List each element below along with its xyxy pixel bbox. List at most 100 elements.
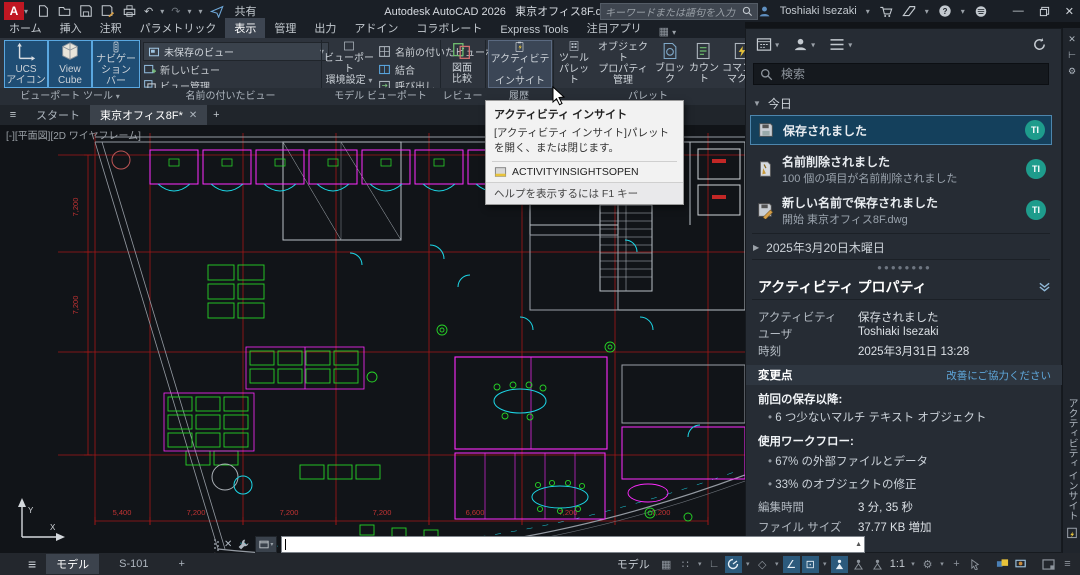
panel-label-viewport-tools[interactable]: ビューポート ツール ▾ xyxy=(0,88,140,105)
new-tab-button[interactable]: + xyxy=(207,105,225,125)
isolate-objects-button[interactable] xyxy=(994,556,1011,573)
blocks-palette-button[interactable]: ブロック xyxy=(654,40,686,86)
palette-search-input[interactable] xyxy=(779,66,1042,82)
tab-collaborate[interactable]: コラボレート xyxy=(407,18,491,38)
tab-annotate[interactable]: 注釈 xyxy=(91,18,131,38)
crosshair-toggle[interactable]: + xyxy=(948,556,965,573)
otrack-toggle[interactable]: ∠ xyxy=(783,556,800,573)
help-dropdown-icon[interactable]: ▾ xyxy=(961,7,965,16)
workspace-settings-gear[interactable]: ⚙ xyxy=(919,556,936,573)
gear-dropdown-icon[interactable]: ▾ xyxy=(938,560,946,568)
command-history-arrow-icon[interactable]: ▲ xyxy=(855,541,862,548)
activity-item-saved-as[interactable]: 新しい名前で保存されました開始 東京オフィス8F.dwg TI xyxy=(750,192,1052,228)
annotation-visibility-toggle[interactable] xyxy=(831,556,848,573)
redo-icon[interactable]: ↷ xyxy=(171,5,180,18)
osnap-toggle[interactable]: ⊡ xyxy=(802,556,819,573)
activity-insights-button[interactable]: アクティビティインサイト xyxy=(488,40,552,88)
close-tab-icon[interactable]: ✕ xyxy=(189,110,197,121)
navigation-bar-button[interactable]: ナビゲーションバー xyxy=(92,40,140,88)
qat-customize-icon[interactable]: ▾ xyxy=(198,7,202,16)
autodesk-logo-icon[interactable] xyxy=(902,5,916,18)
tab-view[interactable]: 表示 xyxy=(225,18,265,38)
activity-item-purged[interactable]: 名前削除されました100 個の項目が名前削除されました TI xyxy=(750,151,1052,187)
collapse-chevron-icon[interactable] xyxy=(1038,281,1051,293)
cart-icon[interactable] xyxy=(879,5,893,18)
isodraft-dropdown-icon[interactable]: ▾ xyxy=(773,560,781,568)
palette-settings-gear-icon[interactable]: ⚙ xyxy=(1063,66,1080,77)
layout-tab-s101[interactable]: S-101 xyxy=(109,556,158,572)
open-folder-icon[interactable] xyxy=(57,4,72,18)
feedback-icon[interactable] xyxy=(974,5,988,18)
tab-addins[interactable]: アドイン xyxy=(345,18,407,38)
autodesk-dropdown-icon[interactable]: ▾ xyxy=(925,7,929,16)
graphics-performance-button[interactable] xyxy=(1013,556,1030,573)
ribbon-options-toggle[interactable]: ▦ ▾ xyxy=(659,25,676,38)
viewport-configuration-button[interactable]: ビューポート環境設定 ▾ xyxy=(324,40,374,86)
snap-toggle[interactable]: ∷ xyxy=(677,556,694,573)
close-palette-icon[interactable]: ✕ xyxy=(1063,34,1080,45)
named-view-dropdown[interactable]: 未保存のビュー▾ xyxy=(143,42,329,61)
undo-icon[interactable]: ↶ xyxy=(144,5,153,18)
close-button[interactable]: ✕ xyxy=(1065,5,1074,18)
tab-document[interactable]: 東京オフィス8F*✕ xyxy=(90,105,207,125)
avatar[interactable]: TI xyxy=(1026,200,1046,220)
user-name[interactable]: Toshiaki Isezaki xyxy=(780,5,857,17)
customization-menu-icon[interactable]: ≡ xyxy=(1059,556,1076,573)
ucs-icon-button[interactable]: UCSアイコン xyxy=(4,40,48,88)
user-icon[interactable] xyxy=(758,5,771,18)
customize-wrench-icon[interactable] xyxy=(237,538,250,551)
event-filter-button[interactable]: ▾ xyxy=(829,38,852,51)
maximize-button[interactable] xyxy=(1039,6,1050,17)
tab-start[interactable]: スタート xyxy=(26,105,90,125)
annotation-scale-sync[interactable] xyxy=(869,556,886,573)
grid-toggle[interactable]: ▦ xyxy=(658,556,675,573)
tab-output[interactable]: 出力 xyxy=(305,18,345,38)
share-icon[interactable] xyxy=(210,5,224,18)
plot-icon[interactable] xyxy=(122,4,137,18)
date-filter-button[interactable]: ▾ xyxy=(756,37,779,52)
tab-parametric[interactable]: パラメトリック xyxy=(131,18,226,38)
save-icon[interactable] xyxy=(79,4,93,18)
command-input[interactable]: ▲ xyxy=(281,536,865,553)
share-label[interactable]: 共有 xyxy=(235,3,257,19)
clean-screen-button[interactable] xyxy=(1040,556,1057,573)
user-dropdown-icon[interactable]: ▾ xyxy=(866,7,870,16)
model-tab[interactable]: モデル xyxy=(46,554,99,574)
viewcube-button[interactable]: ViewCube xyxy=(48,40,92,88)
redo-dropdown-icon[interactable]: ▾ xyxy=(187,7,191,16)
ortho-toggle[interactable]: ∟ xyxy=(706,556,723,573)
refresh-button[interactable] xyxy=(1032,37,1047,52)
group-previous-day[interactable]: ▶2025年3月20日木曜日 xyxy=(753,239,1049,256)
count-palette-button[interactable]: カウント xyxy=(688,40,720,86)
recent-commands-button[interactable]: ▾ xyxy=(255,536,277,553)
help-icon[interactable]: ? xyxy=(938,4,952,18)
osnap-dropdown-icon[interactable]: ▾ xyxy=(821,560,829,568)
new-view-button[interactable]: 新しいビュー xyxy=(143,62,220,77)
feedback-link[interactable]: 改善にご協力ください xyxy=(946,368,1051,383)
viewport-controls-label[interactable]: [-][平面図][2D ワイヤフレーム] xyxy=(6,127,141,142)
command-grip-handle[interactable] xyxy=(213,538,219,552)
palette-search-box[interactable] xyxy=(753,63,1049,85)
file-tab-menu-icon[interactable]: ≡ xyxy=(0,105,26,125)
polar-tracking-toggle[interactable] xyxy=(725,556,742,573)
user-filter-button[interactable]: ▾ xyxy=(793,37,815,52)
autohide-pin-icon[interactable]: ⊢ xyxy=(1063,50,1080,61)
layout-menu-icon[interactable]: ≡ xyxy=(28,556,36,572)
close-command-icon[interactable]: ✕ xyxy=(224,539,232,550)
tab-manage[interactable]: 管理 xyxy=(265,18,305,38)
autoscale-toggle[interactable] xyxy=(850,556,867,573)
drawing-compare-button[interactable]: 図面比較 xyxy=(443,40,481,86)
tab-insert[interactable]: 挿入 xyxy=(51,18,91,38)
selection-cycling-toggle[interactable] xyxy=(967,556,984,573)
group-today[interactable]: ▼今日 xyxy=(753,95,1049,112)
tab-featured-apps[interactable]: 注目アプリ xyxy=(578,18,651,38)
new-file-icon[interactable] xyxy=(36,4,50,18)
activity-item-saved[interactable]: 保存されました TI xyxy=(750,115,1052,145)
save-as-icon[interactable] xyxy=(100,4,115,18)
avatar[interactable]: TI xyxy=(1025,120,1045,140)
join-viewports-button[interactable]: 結合 xyxy=(378,62,415,77)
tab-express-tools[interactable]: Express Tools xyxy=(491,22,577,38)
minimize-button[interactable]: — xyxy=(1013,5,1024,17)
app-menu-chevron-icon[interactable]: ▾ xyxy=(24,7,28,16)
avatar[interactable]: TI xyxy=(1026,159,1046,179)
